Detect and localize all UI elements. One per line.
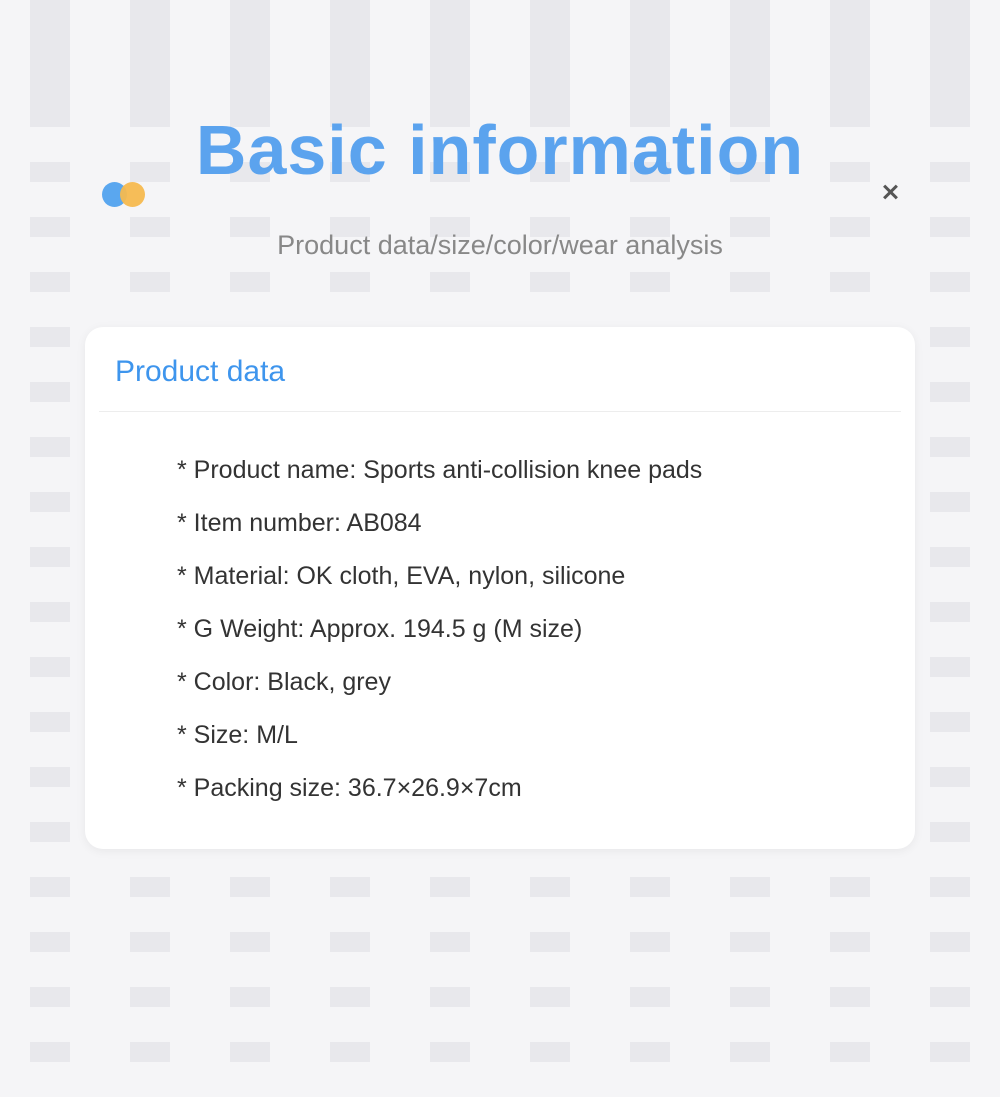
page-subtitle: Product data/size/color/wear analysis <box>0 230 1000 261</box>
list-item: * Packing size: 36.7×26.9×7cm <box>177 774 915 803</box>
card-heading: Product data <box>85 355 915 411</box>
product-data-card: Product data * Product name: Sports anti… <box>85 327 915 849</box>
list-item: * Color: Black, grey <box>177 668 915 697</box>
page-title: Basic information <box>0 110 1000 190</box>
list-item: * Item number: AB084 <box>177 509 915 538</box>
list-item: * G Weight: Approx. 194.5 g (M size) <box>177 615 915 644</box>
list-item: * Size: M/L <box>177 721 915 750</box>
list-item: * Product name: Sports anti-collision kn… <box>177 456 915 485</box>
card-divider <box>99 411 901 412</box>
product-data-list: * Product name: Sports anti-collision kn… <box>85 456 915 803</box>
list-item: * Material: OK cloth, EVA, nylon, silico… <box>177 562 915 591</box>
